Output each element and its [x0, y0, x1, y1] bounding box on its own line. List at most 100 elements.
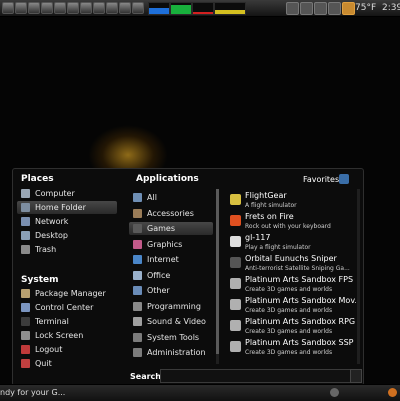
category-internet-label: Internet: [147, 255, 179, 264]
category-graphics[interactable]: Graphics: [129, 238, 213, 251]
logout-icon: [21, 345, 30, 354]
program-description: Create 3D games and worlds: [245, 349, 333, 356]
load-graph-fill: [215, 10, 245, 14]
launcher-icon[interactable]: [132, 2, 144, 14]
places-item-computer-label: Computer: [35, 189, 75, 198]
cpu-graph[interactable]: [148, 2, 170, 15]
taskbar-window-button[interactable]: ndy for your G...: [0, 388, 65, 397]
launcher-icon[interactable]: [93, 2, 105, 14]
trash-icon: [21, 245, 30, 254]
program-description: A flight simulator: [245, 202, 297, 209]
places-item-desktop[interactable]: Desktop: [17, 229, 117, 242]
lock-screen-icon: [21, 331, 30, 340]
memory-graph[interactable]: [170, 2, 192, 15]
internet-icon: [133, 255, 142, 264]
category-games[interactable]: Games: [129, 222, 213, 235]
program-description: Anti-terrorist Satellite Sniping Ga...: [245, 265, 350, 272]
graphics-icon: [133, 239, 142, 249]
program-name: Frets on Fire: [245, 212, 294, 221]
launcher-icon[interactable]: [80, 2, 92, 14]
launcher-icon[interactable]: [41, 2, 53, 14]
terminal-icon: [21, 317, 30, 326]
applications-title: Applications: [136, 174, 199, 184]
tray-icon[interactable]: [300, 2, 313, 15]
load-graph[interactable]: [214, 2, 246, 15]
clock[interactable]: 2:39: [382, 3, 400, 13]
system-item-package-manager[interactable]: Package Manager: [17, 287, 117, 300]
bottom-taskbar: ndy for your G...: [0, 384, 400, 401]
category-system-tools[interactable]: System Tools: [129, 331, 213, 344]
desktop-icon: [21, 231, 30, 240]
launcher-icon[interactable]: [67, 2, 79, 14]
program-item[interactable]: Platinum Arts Sandbox SSP Create 3D games…: [228, 338, 356, 364]
places-item-home-folder[interactable]: Home Folder: [17, 201, 117, 214]
firefox-icon[interactable]: [388, 388, 397, 397]
category-internet[interactable]: Internet: [129, 253, 213, 266]
category-accessories[interactable]: Accessories: [129, 207, 213, 220]
tray-icon[interactable]: [314, 2, 327, 15]
tray-icon[interactable]: [286, 2, 299, 15]
system-title: System: [21, 275, 59, 285]
program-name: Orbital Eunuchs Sniper: [245, 254, 337, 263]
games-icon: [133, 224, 142, 233]
category-administration-label: Administration: [147, 348, 206, 357]
system-item-terminal-label: Terminal: [35, 317, 69, 326]
favorites-button[interactable]: Favorites: [303, 175, 339, 184]
sandbox-movie-icon: [230, 299, 241, 310]
other-icon: [133, 286, 142, 295]
system-item-control-center-label: Control Center: [35, 303, 94, 312]
administration-icon: [133, 348, 142, 357]
places-item-desktop-label: Desktop: [35, 231, 68, 240]
launcher-icon[interactable]: [119, 2, 131, 14]
orbital-eunuchs-sniper-icon: [230, 257, 241, 268]
quit-icon: [21, 359, 30, 368]
launcher-icon[interactable]: [106, 2, 118, 14]
network-graph[interactable]: [192, 2, 214, 15]
launcher-icon[interactable]: [28, 2, 40, 14]
system-item-terminal[interactable]: Terminal: [17, 315, 117, 328]
launcher-icon[interactable]: [54, 2, 66, 14]
accessories-icon: [133, 208, 142, 218]
search-button[interactable]: [350, 369, 362, 383]
program-description: Create 3D games and worlds: [245, 328, 333, 335]
search-input[interactable]: [160, 369, 352, 383]
category-administration[interactable]: Administration: [129, 346, 213, 359]
applications-scrollbar[interactable]: [216, 189, 219, 364]
weather-temperature[interactable]: 75°F: [355, 3, 376, 13]
category-graphics-label: Graphics: [147, 239, 183, 249]
category-all[interactable]: All: [129, 191, 213, 204]
category-games-label: Games: [147, 224, 175, 233]
tray-icon[interactable]: [328, 2, 341, 15]
program-name: Platinum Arts Sandbox FPS: [245, 275, 354, 284]
memory-graph-fill: [171, 4, 191, 14]
category-other[interactable]: Other: [129, 284, 213, 297]
package-manager-icon: [21, 289, 30, 298]
program-name: gl-117: [245, 233, 271, 242]
favorites-icon[interactable]: [339, 174, 349, 184]
home-folder-icon: [21, 203, 30, 212]
program-name: Platinum Arts Sandbox RPG: [245, 317, 356, 326]
places-item-computer[interactable]: Computer: [17, 187, 117, 200]
system-item-quit[interactable]: Quit: [17, 357, 117, 370]
places-item-trash[interactable]: Trash: [17, 243, 117, 256]
applications-scrollbar-thumb[interactable]: [216, 189, 219, 354]
sound-video-icon: [133, 317, 142, 326]
category-all-label: All: [147, 193, 157, 202]
tray-icon[interactable]: [330, 388, 339, 397]
category-programming[interactable]: Programming: [129, 300, 213, 313]
category-sound-video[interactable]: Sound & Video: [129, 315, 213, 328]
gl-117-icon: [230, 236, 241, 247]
weather-icon[interactable]: [342, 2, 355, 15]
program-list-scrollbar[interactable]: [357, 189, 360, 364]
sandbox-fps-icon: [230, 278, 241, 289]
system-item-lock-screen[interactable]: Lock Screen: [17, 329, 117, 342]
frets-on-fire-icon: [230, 215, 241, 226]
menu-launcher-icon[interactable]: [2, 2, 14, 14]
places-item-network[interactable]: Network: [17, 215, 117, 228]
program-description: Create 3D games and worlds: [245, 307, 333, 314]
launcher-icon[interactable]: [15, 2, 27, 14]
programming-icon: [133, 301, 142, 311]
system-item-logout[interactable]: Logout: [17, 343, 117, 356]
system-item-control-center[interactable]: Control Center: [17, 301, 117, 314]
category-office[interactable]: Office: [129, 269, 213, 282]
